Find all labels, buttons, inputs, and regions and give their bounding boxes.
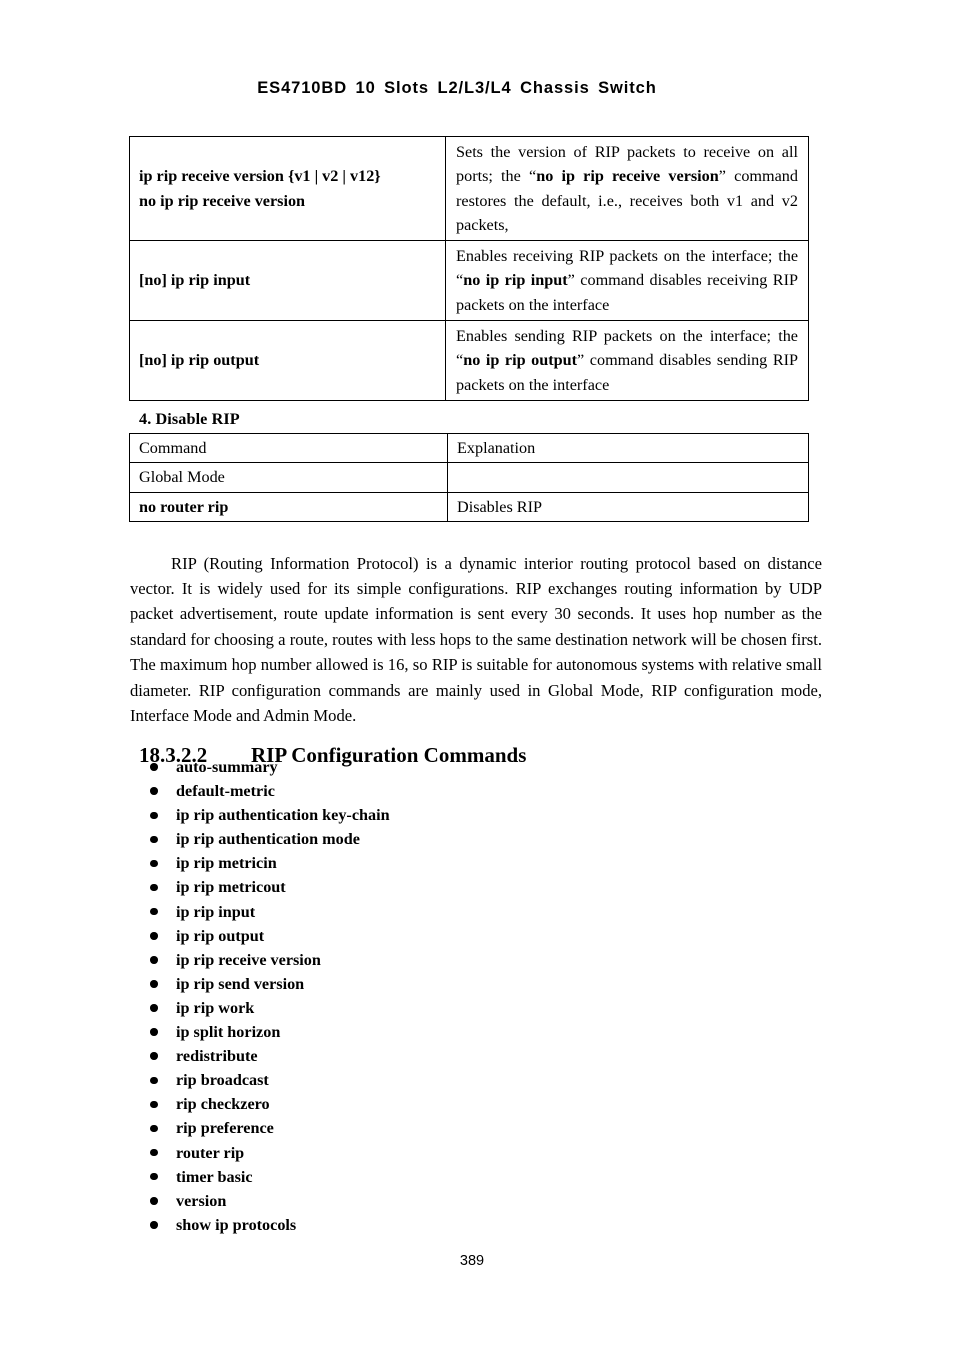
command-name: rip checkzero [176, 1095, 270, 1114]
page-number: 389 [459, 1253, 485, 1269]
command-name: ip rip authentication mode [176, 830, 360, 849]
list-item: default-metric [146, 779, 706, 803]
list-item: show ip protocols [146, 1213, 706, 1237]
bullet-icon [150, 859, 158, 868]
bullet-icon [150, 956, 158, 964]
command-name: ip rip send version [176, 974, 305, 993]
table-body: Command Explanation Global Mode no route… [129, 432, 809, 522]
table-row: no router rip Disables RIP [129, 491, 809, 522]
command-name: ip rip receive version [176, 950, 321, 969]
disable-rip-table: Command Explanation Global Mode no route… [129, 432, 809, 522]
emphasized-command: no ip rip receive version [536, 167, 719, 186]
command-cell: [no] ip rip output [129, 320, 446, 401]
table-row: [no] ip rip input Enables receiving RIP … [129, 240, 809, 322]
command-name: ip rip output [176, 926, 265, 945]
explanation-text: Enables receiving RIP packets on the int… [456, 244, 798, 317]
list-item: ip rip work [146, 996, 706, 1020]
document-page: ES4710BD 10 Slots L2/L3/L4 Chassis Switc… [0, 0, 954, 1351]
column-header-command: Command [129, 432, 448, 464]
command-name: ip split horizon [176, 1023, 281, 1042]
list-item: router rip [146, 1141, 706, 1165]
bullet-icon [150, 1076, 158, 1085]
list-item: ip split horizon [146, 1020, 706, 1044]
bullet-icon [150, 1100, 158, 1109]
list-item: ip rip receive version [146, 948, 706, 972]
bullet-icon [150, 787, 158, 795]
bullet-icon [150, 811, 158, 820]
command-cell: [no] ip rip input [129, 240, 446, 322]
command-name: rip preference [176, 1119, 274, 1138]
command-name: auto-summary [176, 758, 278, 776]
command-cell: ip rip receive version {v1 | v2 | v12} n… [129, 135, 446, 242]
command-name: rip broadcast [176, 1071, 269, 1090]
list-item: ip rip metricin [146, 851, 706, 875]
explanation-text: Enables sending RIP packets on the inter… [456, 324, 798, 397]
list-item: ip rip metricout [146, 875, 706, 899]
command-name: show ip protocols [176, 1215, 297, 1234]
rip-overview-paragraph: RIP (Routing Information Protocol) is a … [130, 553, 822, 726]
bullet-icon [150, 835, 158, 844]
running-header-title: ES4710BD 10 Slots L2/L3/L4 Chassis Switc… [257, 79, 657, 97]
list-item: timer basic [146, 1165, 706, 1189]
bullet-icon [150, 883, 158, 892]
table-row: ip rip receive version {v1 | v2 | v12} n… [129, 135, 809, 242]
list-item: ip rip output [146, 924, 706, 948]
command-name: version [176, 1191, 227, 1210]
bullet-icon [150, 763, 158, 771]
command-cell: Global Mode [129, 462, 448, 493]
table-header-row: Command Explanation [129, 432, 809, 464]
explanation-cell [447, 462, 809, 493]
list-item: rip checkzero [146, 1092, 706, 1116]
emphasized-command: no ip rip output [463, 351, 578, 370]
explanation-cell: Enables sending RIP packets on the inter… [445, 320, 809, 401]
disable-rip-heading: 4. Disable RIP [139, 410, 240, 428]
command-cell: no router rip [129, 491, 448, 522]
bullet-icon [150, 1124, 158, 1133]
list-item: auto-summary [146, 755, 706, 779]
bullet-icon [150, 1004, 158, 1012]
explanation-cell: Sets the version of RIP packets to recei… [445, 135, 809, 242]
list-item: version [146, 1189, 706, 1213]
command-name: ip rip authentication key-chain [176, 806, 390, 825]
command-name: ip rip metricin [176, 854, 277, 873]
explanation-text: Sets the version of RIP packets to recei… [456, 140, 798, 237]
command-name: default-metric [176, 782, 275, 801]
list-item: rip preference [146, 1116, 706, 1140]
bullet-icon [150, 907, 158, 916]
list-item: redistribute [146, 1044, 706, 1068]
command-line: [no] ip rip input [139, 271, 251, 290]
table-row: [no] ip rip output Enables sending RIP p… [129, 320, 809, 401]
bullet-icon [150, 1028, 158, 1036]
column-header-explanation: Explanation [447, 432, 809, 464]
command-name: redistribute [176, 1047, 258, 1066]
command-name: router rip [176, 1143, 245, 1162]
command-line: no ip rip receive version [139, 191, 306, 210]
explanation-cell: Enables receiving RIP packets on the int… [445, 240, 809, 322]
bullet-icon [150, 980, 158, 988]
bullet-icon [150, 1172, 158, 1181]
list-item: ip rip send version [146, 972, 706, 996]
rip-configuration-command-list: auto-summary default-metric ip rip authent… [146, 755, 706, 1237]
table-body: ip rip receive version {v1 | v2 | v12} n… [129, 135, 809, 401]
bullet-icon [150, 932, 158, 940]
bullet-icon [150, 1221, 158, 1229]
bullet-icon [150, 1148, 158, 1157]
command-name: ip rip metricout [176, 878, 286, 897]
command-line: ip rip receive version {v1 | v2 | v12} [139, 167, 381, 186]
command-name: ip rip work [176, 998, 255, 1017]
command-name: timer basic [176, 1167, 253, 1186]
command-line: [no] ip rip output [139, 351, 260, 370]
rip-interface-commands-table: ip rip receive version {v1 | v2 | v12} n… [129, 135, 809, 401]
emphasized-command: no ip rip input [463, 271, 568, 290]
table-row: Global Mode [129, 462, 809, 493]
list-item: ip rip input [146, 900, 706, 924]
list-item: ip rip authentication mode [146, 827, 706, 851]
bullet-icon [150, 1197, 158, 1205]
command-name: ip rip input [176, 902, 256, 921]
list-item: rip broadcast [146, 1068, 706, 1092]
list-item: ip rip authentication key-chain [146, 803, 706, 827]
explanation-cell: Disables RIP [447, 491, 809, 522]
bullet-icon [150, 1052, 158, 1060]
